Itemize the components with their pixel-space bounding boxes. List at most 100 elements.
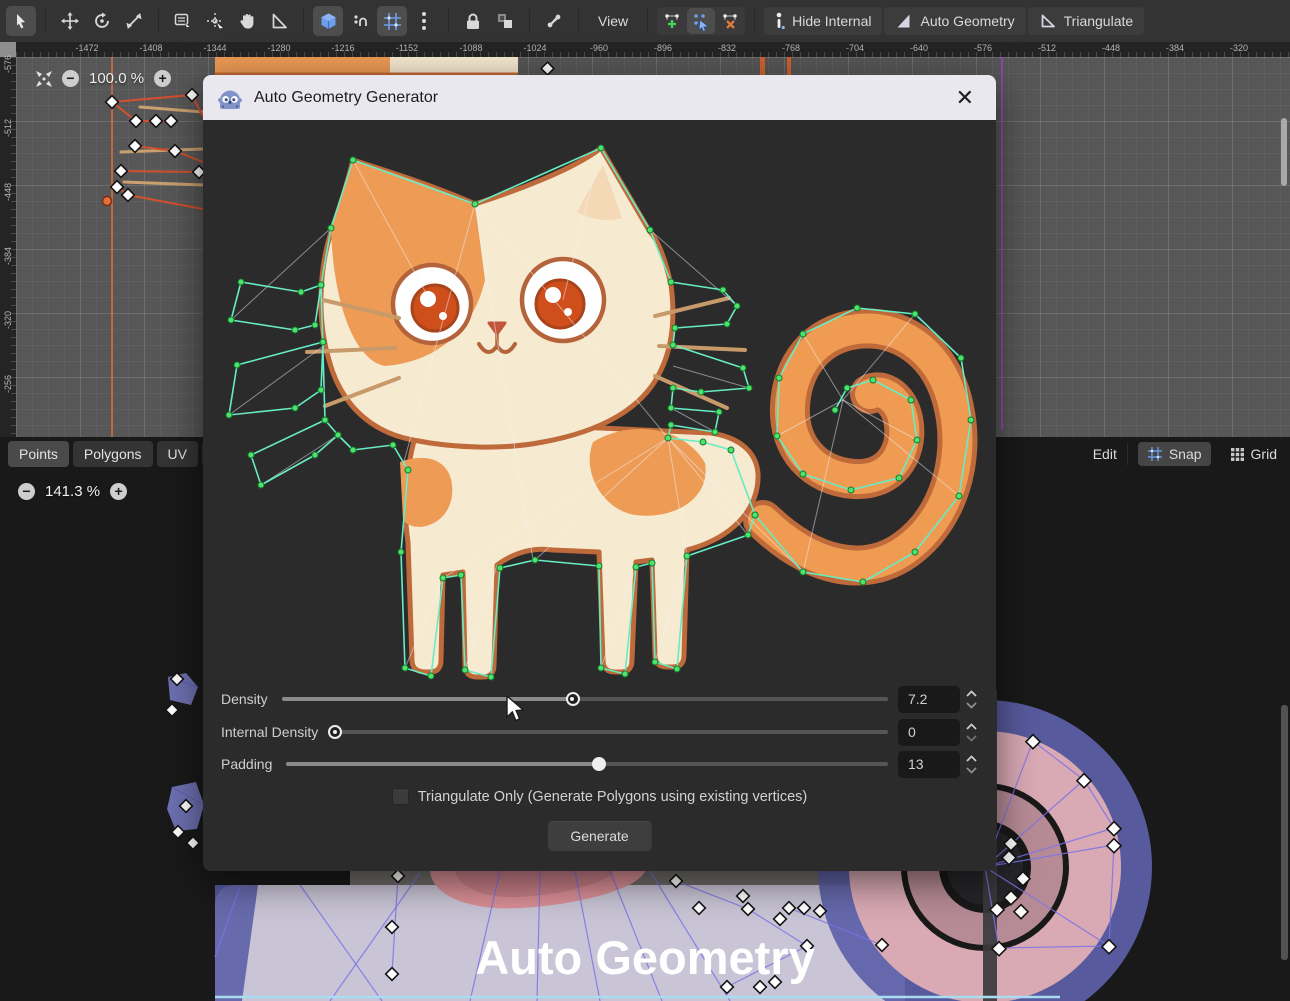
polygon-mesh-button[interactable]: [313, 6, 343, 36]
internal-density-spinner[interactable]: [962, 719, 980, 746]
uv-zoom-level[interactable]: 141.3 %: [45, 483, 100, 500]
ruler-left-label: -320: [3, 305, 13, 335]
ruler-tool-button[interactable]: [264, 6, 294, 36]
separator: [647, 9, 648, 33]
triangulate-only-checkbox[interactable]: [392, 788, 409, 805]
uv-zoom-in-button[interactable]: +: [110, 483, 127, 500]
density-spinner[interactable]: [962, 686, 980, 713]
lock-button[interactable]: [458, 6, 488, 36]
hide-internal-button[interactable]: Hide Internal: [764, 7, 882, 35]
canvas-scrollbar[interactable]: [1281, 118, 1287, 186]
generated-vertex: [318, 282, 324, 288]
padding-slider[interactable]: [286, 751, 888, 777]
uv-zoom-out-button[interactable]: −: [18, 483, 35, 500]
generated-vertex: [734, 303, 740, 309]
ruler-top-label: -832: [718, 43, 736, 53]
generated-vertex: [320, 339, 326, 345]
tab-uv[interactable]: UV: [157, 441, 198, 467]
ruler-left-label: -448: [3, 177, 13, 207]
generated-vertex: [854, 305, 860, 311]
internal-density-slider[interactable]: [332, 719, 888, 745]
dialog-title-bar[interactable]: Auto Geometry Generator ✕: [203, 75, 996, 120]
ruler-top-label: -448: [1102, 43, 1120, 53]
padding-label: Padding: [221, 756, 272, 772]
ruler-left-label: -512: [3, 113, 13, 143]
padding-spinner[interactable]: [962, 751, 980, 778]
select-list-tool-button[interactable]: [168, 6, 198, 36]
pan-tool-button[interactable]: [232, 6, 262, 36]
uv-watermark-text: Auto Geometry: [475, 931, 815, 984]
internal-density-slider-row: Internal Density 0: [221, 719, 980, 745]
separator: [529, 9, 530, 33]
density-value[interactable]: 7.2: [898, 686, 960, 713]
padding-value[interactable]: 13: [898, 751, 960, 778]
center-view-icon[interactable]: [36, 71, 52, 87]
auto-geometry-button[interactable]: Auto Geometry: [884, 7, 1025, 35]
generated-vertex: [440, 575, 446, 581]
create-point-button[interactable]: [658, 8, 686, 34]
triangulate-button[interactable]: Triangulate: [1028, 7, 1145, 35]
ruler-top-label: -960: [590, 43, 608, 53]
tab-polygons[interactable]: Polygons: [73, 441, 153, 467]
generated-vertex: [670, 385, 676, 391]
zoom-out-button[interactable]: −: [62, 70, 79, 87]
tab-points[interactable]: Points: [8, 441, 69, 467]
generated-vertex: [652, 659, 658, 665]
generated-vertex: [596, 563, 602, 569]
scale-tool-button[interactable]: [119, 6, 149, 36]
group-button[interactable]: [490, 6, 520, 36]
generated-vertex: [774, 433, 780, 439]
geometry-preview[interactable]: [203, 120, 996, 695]
zoom-level[interactable]: 100.0 %: [89, 70, 144, 87]
generated-vertex: [870, 377, 876, 383]
generated-vertex: [800, 471, 806, 477]
generated-vertex: [292, 405, 298, 411]
dialog-title: Auto Geometry Generator: [254, 89, 438, 107]
ruler-top-label: -1088: [459, 43, 482, 53]
uv-grid-button[interactable]: Grid: [1221, 442, 1286, 466]
move-pivot-tool-button[interactable]: [200, 6, 230, 36]
skeleton-bone-button[interactable]: [539, 6, 569, 36]
dialog-close-button[interactable]: ✕: [948, 85, 982, 111]
generate-button[interactable]: Generate: [547, 821, 651, 851]
ruler-top-label: -1024: [523, 43, 546, 53]
generated-vertex: [633, 564, 639, 570]
generated-vertex: [226, 412, 232, 418]
generated-vertex: [668, 279, 674, 285]
rotate-tool-button[interactable]: [87, 6, 117, 36]
triangulate-label: Triangulate: [1064, 13, 1134, 29]
generated-vertex: [665, 435, 671, 441]
ruler-left-label: -384: [3, 241, 13, 271]
move-tool-button[interactable]: [55, 6, 85, 36]
generated-vertex: [668, 422, 674, 428]
generated-vertex: [318, 387, 324, 393]
density-slider[interactable]: [282, 686, 888, 712]
canvas-zoom-controls: − 100.0 % +: [36, 70, 171, 87]
uv-snap-button[interactable]: Snap: [1138, 442, 1211, 466]
internal-density-value[interactable]: 0: [898, 719, 960, 746]
edit-menu[interactable]: Edit: [1093, 446, 1117, 462]
rotate-icon: [93, 12, 111, 30]
select-tool-button[interactable]: [6, 6, 36, 36]
generated-vertex: [800, 569, 806, 575]
kebab-menu-icon: [421, 11, 427, 31]
selected-vertex[interactable]: [103, 197, 112, 206]
zoom-in-button[interactable]: +: [154, 70, 171, 87]
auto-geometry-label: Auto Geometry: [920, 13, 1014, 29]
separator: [754, 9, 755, 33]
extra-options-menu-button[interactable]: [409, 6, 439, 36]
uv-scrollbar[interactable]: [1281, 705, 1288, 960]
delete-point-button[interactable]: [716, 8, 744, 34]
snap-options-button[interactable]: [377, 6, 407, 36]
skeleton-options-button[interactable]: [345, 6, 375, 36]
toolbar: View Hide Internal Auto Geometry Triangu…: [0, 0, 1290, 42]
generated-vertex: [598, 665, 604, 671]
edit-point-button[interactable]: [687, 8, 715, 34]
ruler-top-label: -576: [974, 43, 992, 53]
generated-vertex: [908, 397, 914, 403]
pivot-icon: [206, 12, 224, 30]
generated-vertex: [238, 279, 244, 285]
generated-vertex: [458, 572, 464, 578]
generated-vertex: [497, 565, 503, 571]
view-menu[interactable]: View: [588, 8, 638, 34]
